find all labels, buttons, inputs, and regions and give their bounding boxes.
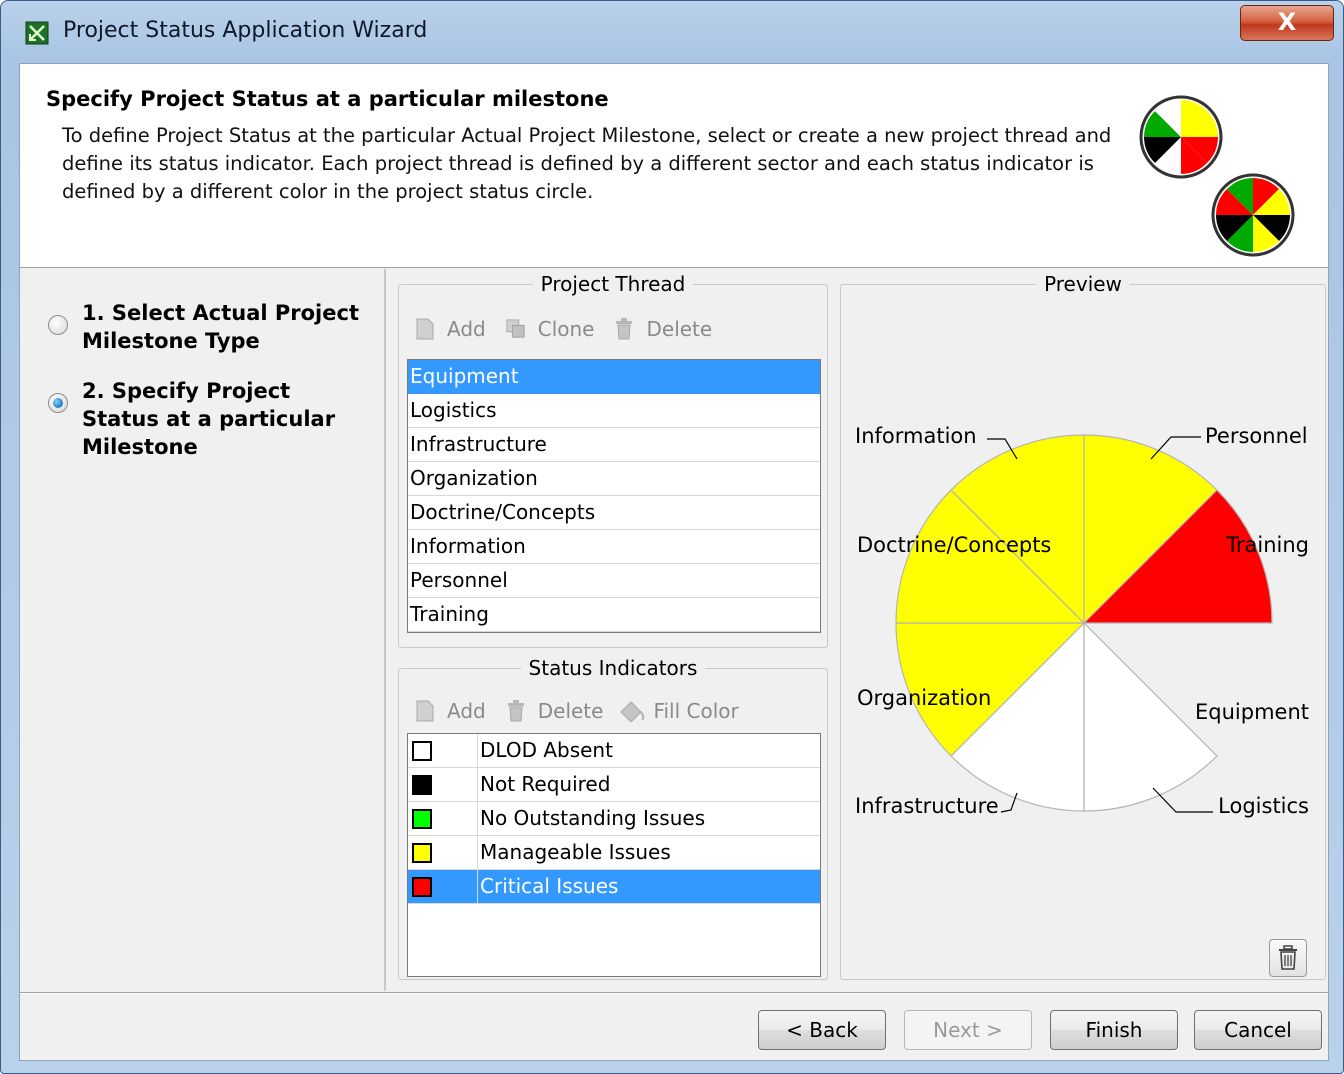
thread-delete-button[interactable]: Delete — [614, 317, 712, 341]
step-1-radio[interactable] — [48, 315, 68, 335]
color-swatch — [412, 809, 432, 829]
status-delete-button[interactable]: Delete — [506, 699, 604, 723]
step-2-radio[interactable] — [48, 393, 68, 413]
status-indicator-row[interactable]: DLOD Absent — [408, 734, 820, 768]
status-indicator-row[interactable]: Critical Issues — [408, 870, 820, 904]
status-indicators-title: Status Indicators — [520, 656, 706, 680]
status-indicators-group: Status Indicators Add Delete Fill Color … — [398, 656, 828, 980]
step-2-option[interactable]: 2. Specify Project Status at a particula… — [48, 377, 372, 461]
sector-label: Personnel — [1205, 424, 1308, 448]
step-1-option[interactable]: 1. Select Actual Project Milestone Type — [48, 299, 372, 355]
project-thread-group: Project Thread Add Clone Delete Equipmen… — [398, 272, 828, 648]
footer-divider — [20, 992, 1328, 994]
next-button[interactable]: Next > — [904, 1010, 1032, 1050]
status-circles-logo — [1139, 95, 1295, 257]
thread-add-button[interactable]: Add — [415, 317, 486, 341]
trash-icon — [507, 700, 524, 722]
thread-list-item[interactable]: Doctrine/Concepts — [408, 496, 820, 530]
sector-label: Infrastructure — [855, 794, 999, 818]
color-cell[interactable] — [408, 802, 478, 835]
sector-label: Training — [1225, 533, 1309, 557]
color-cell[interactable] — [408, 768, 478, 801]
fill-color-label: Fill Color — [653, 699, 739, 723]
status-indicators-table[interactable]: DLOD Absent Not Required No Outstanding Is… — [407, 733, 821, 977]
status-indicator-row[interactable]: Not Required — [408, 768, 820, 802]
steps-pane: 1. Select Actual Project Milestone Type … — [20, 269, 386, 991]
sector-label: Organization — [857, 686, 991, 710]
preview-group: Preview Personnel Training Equipment Logist… — [840, 272, 1326, 980]
new-document-icon — [416, 700, 434, 722]
status-indicator-label: DLOD Absent — [480, 738, 613, 762]
preview-delete-button[interactable] — [1269, 939, 1307, 977]
page-title: Specify Project Status at a particular m… — [46, 87, 609, 111]
trash-icon — [616, 318, 633, 340]
clone-icon — [506, 319, 525, 338]
color-cell[interactable] — [408, 870, 478, 903]
sector-label: Information — [855, 424, 977, 448]
status-indicator-label: Manageable Issues — [480, 840, 671, 864]
color-cell[interactable] — [408, 836, 478, 869]
sector-label: Logistics — [1218, 794, 1309, 818]
back-button[interactable]: < Back — [758, 1010, 886, 1050]
trash-icon — [1279, 945, 1297, 970]
status-add-button[interactable]: Add — [415, 699, 486, 723]
app-icon — [25, 21, 49, 45]
color-swatch — [412, 877, 432, 897]
color-swatch — [412, 843, 432, 863]
status-indicators-toolbar: Add Delete Fill Color — [415, 699, 759, 723]
sector-label: Doctrine/Concepts — [857, 533, 1051, 557]
close-button[interactable]: X — [1240, 5, 1334, 41]
color-cell[interactable] — [408, 734, 478, 767]
status-add-label: Add — [447, 699, 486, 723]
thread-list-item[interactable]: Training — [408, 598, 820, 632]
thread-list-item[interactable]: Logistics — [408, 394, 820, 428]
thread-delete-label: Delete — [646, 317, 713, 341]
status-delete-label: Delete — [537, 699, 604, 723]
step-1-label: 1. Select Actual Project Milestone Type — [82, 301, 359, 353]
project-thread-toolbar: Add Clone Delete — [415, 317, 732, 341]
thread-list-item[interactable]: Information — [408, 530, 820, 564]
cancel-button[interactable]: Cancel — [1194, 1010, 1322, 1050]
status-indicator-label: No Outstanding Issues — [480, 806, 706, 830]
sector-label: Equipment — [1195, 700, 1309, 724]
wizard-window: Project Status Application Wizard X Spec… — [0, 0, 1344, 1074]
wizard-body: Specify Project Status at a particular m… — [19, 63, 1329, 1061]
finish-button[interactable]: Finish — [1050, 1010, 1178, 1050]
new-document-icon — [416, 318, 434, 340]
fill-color-button[interactable]: Fill Color — [617, 699, 739, 723]
status-indicator-label: Critical Issues — [480, 874, 619, 898]
page-description: To define Project Status at the particul… — [62, 124, 1112, 203]
window-title: Project Status Application Wizard — [63, 18, 428, 43]
thread-list-item[interactable]: Equipment — [408, 360, 820, 394]
paint-bucket-icon — [620, 701, 645, 722]
thread-list-item[interactable]: Personnel — [408, 564, 820, 598]
thread-add-label: Add — [447, 317, 486, 341]
thread-list-item[interactable]: Infrastructure — [408, 428, 820, 462]
wizard-header: Specify Project Status at a particular m… — [20, 64, 1328, 268]
thread-clone-button[interactable]: Clone — [506, 317, 595, 341]
thread-list-item[interactable]: Organization — [408, 462, 820, 496]
status-indicator-row[interactable]: No Outstanding Issues — [408, 802, 820, 836]
status-indicator-label: Not Required — [480, 772, 611, 796]
project-thread-title: Project Thread — [532, 272, 694, 296]
step-2-label: 2. Specify Project Status at a particula… — [82, 379, 336, 459]
thread-clone-label: Clone — [537, 317, 595, 341]
color-swatch — [412, 775, 432, 795]
color-swatch — [412, 741, 432, 761]
status-indicator-row[interactable]: Manageable Issues — [408, 836, 820, 870]
status-circle-chart: Personnel Training Equipment Logistics Infra… — [855, 424, 1309, 818]
project-thread-list[interactable]: Equipment Logistics Infrastructure Organiza… — [407, 359, 821, 633]
title-bar[interactable]: Project Status Application Wizard X — [1, 1, 1343, 63]
